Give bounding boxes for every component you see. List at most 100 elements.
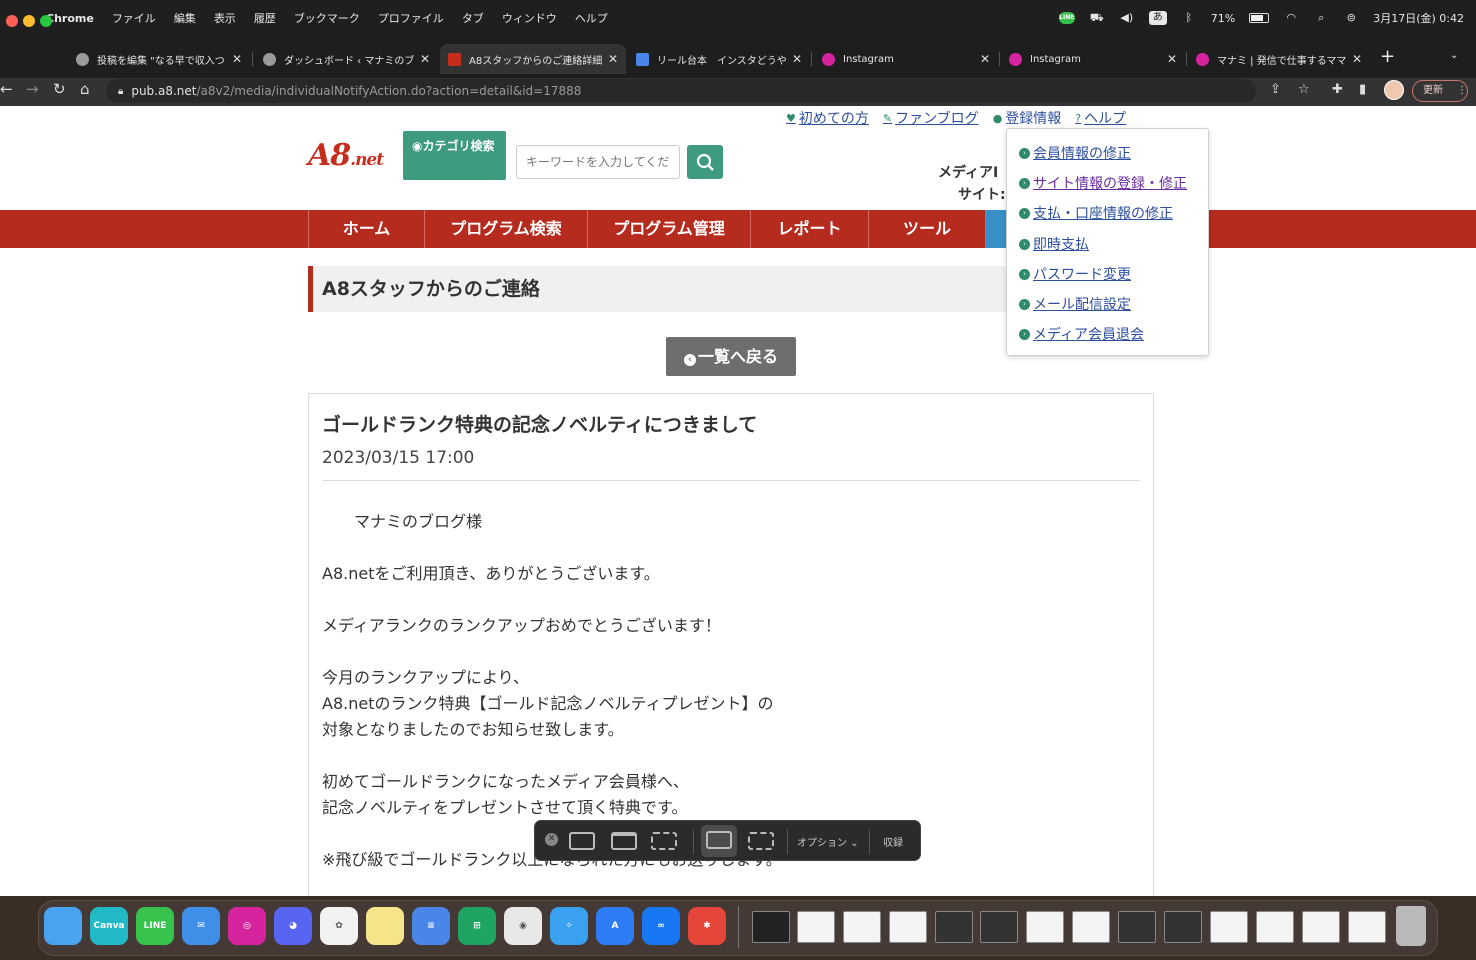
menu-item-site-info[interactable]: › サイト情報の登録・修正 (1019, 173, 1187, 193)
line-status-icon[interactable]: LINE (1058, 12, 1075, 24)
back-to-list-button[interactable]: ‹ 一覧へ戻る (666, 337, 796, 376)
window-thumbnail[interactable] (1026, 911, 1064, 943)
close-tab-icon[interactable]: ✕ (792, 52, 802, 66)
address-bar[interactable]: 🔒︎ pub.a8.net/a8v2/media/individualNotif… (106, 79, 1256, 103)
menu-item-password[interactable]: › パスワード変更 (1019, 264, 1131, 284)
link-help[interactable]: ? ヘルプ (1075, 108, 1126, 128)
tab-instagram-profile[interactable]: マナミ | 発信で仕事するママ( ✕ (1188, 44, 1370, 74)
spotlight-icon[interactable]: ⌕ (1313, 12, 1329, 24)
category-search-button[interactable]: ◉カテゴリ検索 (403, 131, 506, 180)
window-thumbnail[interactable] (1210, 911, 1248, 943)
nav-tools[interactable]: ツール (869, 210, 986, 248)
line-icon[interactable]: LINE (136, 907, 174, 945)
link-fan-blog[interactable]: ✎ ファンブログ (883, 108, 979, 128)
menu-help[interactable]: ヘルプ (575, 10, 608, 26)
tab-wp-edit[interactable]: 投稿を編集 "なる早で収入つく ✕ (68, 44, 250, 74)
control-center-icon[interactable]: ⊜ (1343, 12, 1359, 24)
canva-icon[interactable]: Canva (90, 907, 128, 945)
window-thumbnail[interactable] (1164, 911, 1202, 943)
back-arrow-icon[interactable]: ← (0, 80, 13, 98)
xmind-icon[interactable]: ✱ (688, 907, 726, 945)
record-button[interactable]: 収録 (883, 834, 903, 849)
link-first-timers[interactable]: ♥ 初めての方 (786, 108, 869, 128)
google-docs-icon[interactable]: ≡ (412, 907, 450, 945)
close-tab-icon[interactable]: ✕ (232, 52, 242, 66)
close-window-button[interactable] (6, 15, 18, 27)
update-button[interactable]: 更新 ⋮ (1412, 80, 1468, 102)
side-panel-icon[interactable]: ▮ (1359, 82, 1366, 97)
close-tab-icon[interactable]: ✕ (608, 52, 618, 66)
window-thumbnail[interactable] (1348, 911, 1386, 943)
volume-icon[interactable]: ◀) (1119, 12, 1135, 24)
search-button[interactable] (687, 145, 723, 179)
tab-wp-dashboard[interactable]: ダッシュボード ‹ マナミのブロ ✕ (255, 44, 438, 74)
tab-instagram-1[interactable]: Instagram ✕ (814, 44, 998, 74)
tab-search-chevron-icon[interactable]: ⌄ (1450, 50, 1458, 61)
minimize-window-button[interactable] (23, 15, 35, 27)
bluetooth-icon[interactable]: ᛒ (1181, 12, 1197, 24)
nav-report[interactable]: レポート (751, 210, 869, 248)
new-tab-button[interactable]: + (1380, 46, 1395, 67)
discord-icon[interactable]: ◕ (274, 907, 312, 945)
capture-screen-icon[interactable] (569, 832, 595, 850)
link-registration-info[interactable]: ● 登録情報 (993, 108, 1062, 128)
capture-window-icon[interactable] (611, 832, 637, 850)
capture-selection-icon[interactable] (651, 832, 677, 850)
window-thumbnail[interactable] (843, 911, 881, 943)
battery-icon[interactable] (1249, 13, 1270, 23)
google-sheets-icon[interactable]: ⊞ (458, 907, 496, 945)
instagram-icon[interactable]: ◎ (228, 907, 266, 945)
menu-item-payment-info[interactable]: › 支払・口座情報の修正 (1019, 203, 1173, 223)
window-thumbnail[interactable] (1256, 911, 1294, 943)
close-circle-icon[interactable]: ✕ (545, 833, 558, 846)
app-menu[interactable]: Chrome (46, 12, 94, 25)
zoom-window-button[interactable] (40, 15, 52, 27)
bookmark-star-icon[interactable]: ☆ (1298, 82, 1310, 97)
menu-item-member-info[interactable]: › 会員情報の修正 (1019, 143, 1131, 163)
lock-icon[interactable]: 🔒︎ (118, 86, 123, 97)
menu-edit[interactable]: 編集 (174, 10, 196, 26)
meta-icon[interactable]: ∞ (642, 907, 680, 945)
window-thumbnail[interactable] (935, 911, 973, 943)
trash-icon[interactable] (1396, 906, 1426, 946)
photos-icon[interactable]: ✿ (320, 907, 358, 945)
menu-window[interactable]: ウィンドウ (502, 10, 557, 26)
window-thumbnail[interactable] (1302, 911, 1340, 943)
mail-icon[interactable]: ✉ (182, 907, 220, 945)
extensions-icon[interactable]: ✚ (1332, 82, 1343, 97)
clock[interactable]: 3月17日(金) 0:42 (1373, 10, 1464, 26)
nav-home[interactable]: ホーム (308, 210, 425, 248)
keyword-search-input[interactable] (516, 145, 680, 179)
menu-history[interactable]: 履歴 (254, 10, 276, 26)
window-thumbnail[interactable] (797, 911, 835, 943)
tab-a8-notice[interactable]: A8スタッフからのご連絡詳細 ✕ (440, 44, 626, 74)
reload-icon[interactable]: ↻ (53, 80, 66, 98)
wifi-icon[interactable]: ◠ (1283, 12, 1299, 24)
forward-arrow-icon[interactable]: → (26, 80, 39, 98)
window-thumbnail[interactable] (889, 911, 927, 943)
app-store-icon[interactable]: A (596, 907, 634, 945)
tab-instagram-2[interactable]: Instagram ✕ (1001, 44, 1185, 74)
profile-avatar[interactable] (1384, 80, 1404, 100)
share-icon[interactable]: ⇪ (1270, 82, 1281, 97)
record-selection-icon[interactable] (748, 832, 774, 850)
window-thumbnail[interactable] (980, 911, 1018, 943)
home-icon[interactable]: ⌂ (80, 80, 90, 98)
finder-icon[interactable] (44, 907, 82, 945)
options-menu[interactable]: オプション ⌄ (797, 834, 859, 849)
menu-item-mail-settings[interactable]: › メール配信設定 (1019, 294, 1131, 314)
nav-program-manage[interactable]: プログラム管理 (588, 210, 751, 248)
menu-profile[interactable]: プロファイル (378, 10, 444, 26)
menu-item-withdraw[interactable]: › メディア会員退会 (1019, 324, 1144, 344)
menu-item-instant-payment[interactable]: › 即時支払 (1019, 234, 1089, 254)
window-thumbnail[interactable] (1118, 911, 1156, 943)
chrome-icon[interactable]: ◉ (504, 907, 542, 945)
a8-logo[interactable]: A8.net (308, 138, 384, 173)
notes-icon[interactable] (366, 907, 404, 945)
close-tab-icon[interactable]: ✕ (1352, 52, 1362, 66)
close-tab-icon[interactable]: ✕ (1167, 52, 1177, 66)
tab-reel-script[interactable]: リール台本 インスタどうや ✕ (628, 44, 810, 74)
menu-view[interactable]: 表示 (214, 10, 236, 26)
window-thumbnail[interactable] (1072, 911, 1110, 943)
close-tab-icon[interactable]: ✕ (420, 52, 430, 66)
